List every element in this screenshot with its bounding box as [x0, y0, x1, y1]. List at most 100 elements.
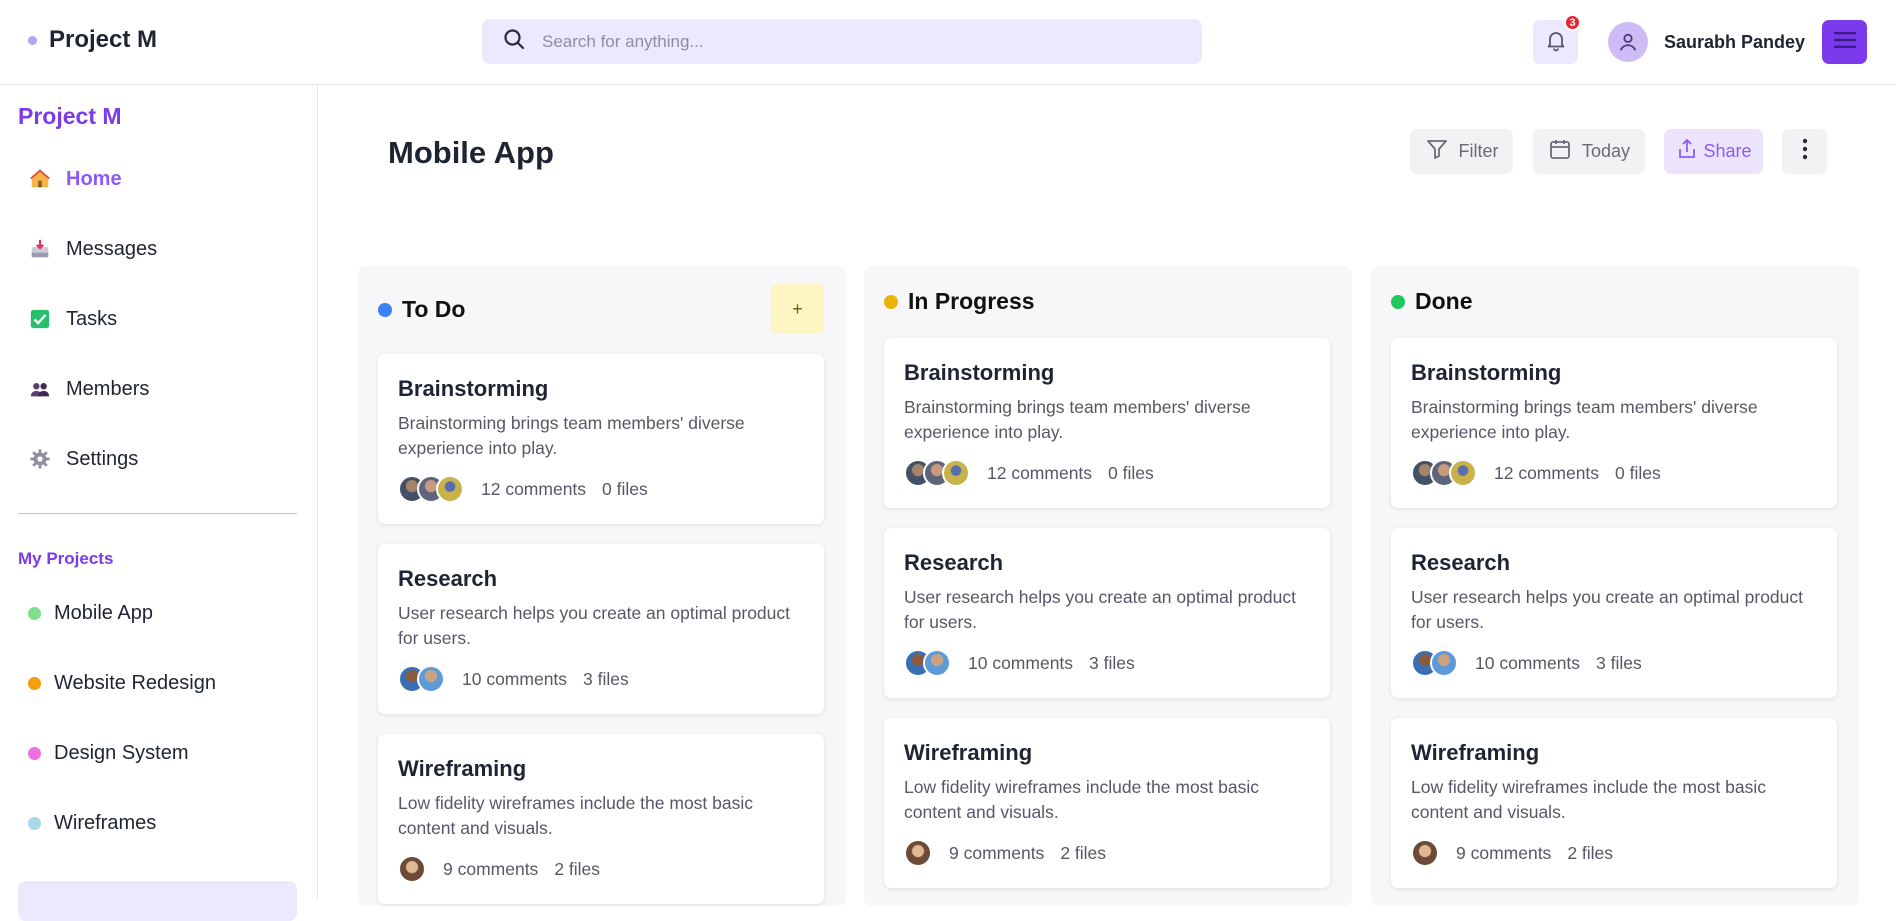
sidebar-item-tasks[interactable]: Tasks	[28, 307, 117, 331]
sidebar-item-settings[interactable]: Settings	[28, 447, 138, 471]
check-box-icon	[28, 307, 52, 331]
sidebar-divider	[18, 513, 297, 514]
more-options-button[interactable]	[1782, 129, 1827, 174]
card-title: Wireframing	[1411, 740, 1540, 765]
project-item-website-redesign[interactable]: Website Redesign	[28, 672, 216, 695]
people-icon	[28, 377, 52, 401]
today-label: Today	[1581, 141, 1631, 161]
project-item-wireframes[interactable]: Wireframes	[28, 812, 156, 835]
avatar	[398, 855, 426, 883]
files-count: 0 files	[1108, 462, 1154, 483]
project-color-dot	[28, 607, 41, 620]
task-card[interactable]: Research User research helps you create …	[1391, 528, 1837, 698]
share-icon	[1675, 137, 1699, 166]
hamburger-icon	[1833, 31, 1856, 54]
status-dot-icon	[378, 302, 392, 317]
assignee-avatars	[1411, 839, 1439, 867]
sidebar-item-label: Members	[66, 377, 150, 400]
card-meta: 12 comments 0 files	[398, 475, 648, 503]
column-title: Done	[1415, 288, 1473, 314]
project-label: Wireframes	[54, 812, 157, 834]
column-header: Done	[1391, 288, 1473, 315]
search-icon	[502, 27, 526, 56]
sidebar-title: Project M	[18, 103, 122, 129]
task-card[interactable]: Research User research helps you create …	[884, 528, 1330, 698]
avatar	[1449, 459, 1477, 487]
card-description: User research helps you create an optima…	[904, 587, 1297, 632]
task-card[interactable]: Brainstorming Brainstorming brings team …	[378, 354, 824, 524]
column-title: To Do	[402, 296, 466, 322]
sidebar-item-messages[interactable]: Messages	[28, 237, 157, 261]
filter-button[interactable]: Filter	[1410, 129, 1513, 174]
card-meta: 9 comments 2 files	[1411, 839, 1613, 867]
card-description: Brainstorming brings team members' diver…	[398, 413, 745, 458]
comments-count: 10 comments	[968, 652, 1074, 673]
add-task-button[interactable]: +	[771, 284, 824, 334]
filter-label: Filter	[1458, 141, 1499, 161]
today-button[interactable]: Today	[1533, 129, 1645, 174]
task-card[interactable]: Wireframing Low fidelity wireframes incl…	[378, 734, 824, 904]
card-title: Brainstorming	[398, 376, 549, 401]
avatar	[1430, 649, 1458, 677]
sidebar-item-label: Tasks	[66, 307, 118, 330]
project-label: Design System	[54, 742, 189, 764]
sidebar-item-home[interactable]: Home	[28, 167, 122, 191]
card-meta: 12 comments 0 files	[904, 459, 1154, 487]
task-card[interactable]: Wireframing Low fidelity wireframes incl…	[1391, 718, 1837, 888]
card-description: Low fidelity wireframes include the most…	[398, 793, 754, 838]
files-count: 0 files	[1615, 462, 1661, 483]
search-input[interactable]	[542, 31, 1142, 52]
sidebar-item-label: Home	[66, 167, 122, 190]
project-label: Website Redesign	[54, 672, 216, 694]
user-name: Saurabh Pandey	[1664, 31, 1806, 52]
top-bar: Project M 3 Saurabh Pandey	[0, 0, 1896, 85]
menu-button[interactable]	[1822, 20, 1867, 64]
card-meta: 12 comments 0 files	[1411, 459, 1661, 487]
assignee-avatars	[398, 855, 426, 883]
task-card[interactable]: Wireframing Low fidelity wireframes incl…	[884, 718, 1330, 888]
avatar	[417, 665, 445, 693]
inbox-icon	[28, 237, 52, 261]
task-card[interactable]: Research User research helps you create …	[378, 544, 824, 714]
project-item-mobile-app[interactable]: Mobile App	[28, 602, 153, 625]
task-card[interactable]: Brainstorming Brainstorming brings team …	[1391, 338, 1837, 508]
comments-count: 9 comments	[1456, 842, 1552, 863]
card-title: Research	[1411, 550, 1511, 575]
notifications-button[interactable]: 3	[1533, 14, 1581, 64]
card-meta: 9 comments 2 files	[904, 839, 1106, 867]
avatar	[904, 839, 932, 867]
sidebar-item-label: Messages	[66, 237, 158, 260]
comments-count: 12 comments	[1494, 462, 1600, 483]
user-avatar-icon	[1608, 22, 1648, 62]
card-title: Wireframing	[398, 756, 527, 781]
card-meta: 10 comments 3 files	[1411, 649, 1642, 677]
filter-icon	[1425, 137, 1449, 166]
project-item-design-system[interactable]: Design System	[28, 742, 189, 765]
assignee-avatars	[904, 649, 951, 677]
column-done: Done Brainstorming Brainstorming brings …	[1371, 266, 1859, 906]
files-count: 3 files	[1089, 652, 1135, 673]
house-icon	[28, 167, 52, 191]
more-vertical-icon	[1802, 138, 1808, 165]
user-profile[interactable]: Saurabh Pandey	[1608, 22, 1805, 62]
share-label: Share	[1703, 141, 1752, 161]
calendar-icon	[1548, 137, 1572, 166]
project-color-dot	[28, 817, 41, 830]
comments-count: 9 comments	[949, 842, 1045, 863]
card-description: User research helps you create an optima…	[398, 603, 791, 648]
card-meta: 10 comments 3 files	[904, 649, 1135, 677]
bell-icon	[1544, 28, 1568, 57]
files-count: 2 files	[1567, 842, 1614, 863]
sidebar-item-members[interactable]: Members	[28, 377, 149, 401]
files-count: 0 files	[602, 478, 648, 499]
task-card[interactable]: Brainstorming Brainstorming brings team …	[884, 338, 1330, 508]
card-description: Low fidelity wireframes include the most…	[904, 777, 1260, 822]
brand[interactable]: Project M	[28, 26, 157, 54]
comments-count: 12 comments	[987, 462, 1093, 483]
comments-count: 12 comments	[481, 478, 587, 499]
share-button[interactable]: Share	[1664, 129, 1763, 174]
card-description: Brainstorming brings team members' diver…	[1411, 397, 1758, 442]
notification-count-badge: 3	[1564, 14, 1581, 31]
assignee-avatars	[1411, 649, 1458, 677]
search-bar[interactable]	[482, 19, 1202, 64]
